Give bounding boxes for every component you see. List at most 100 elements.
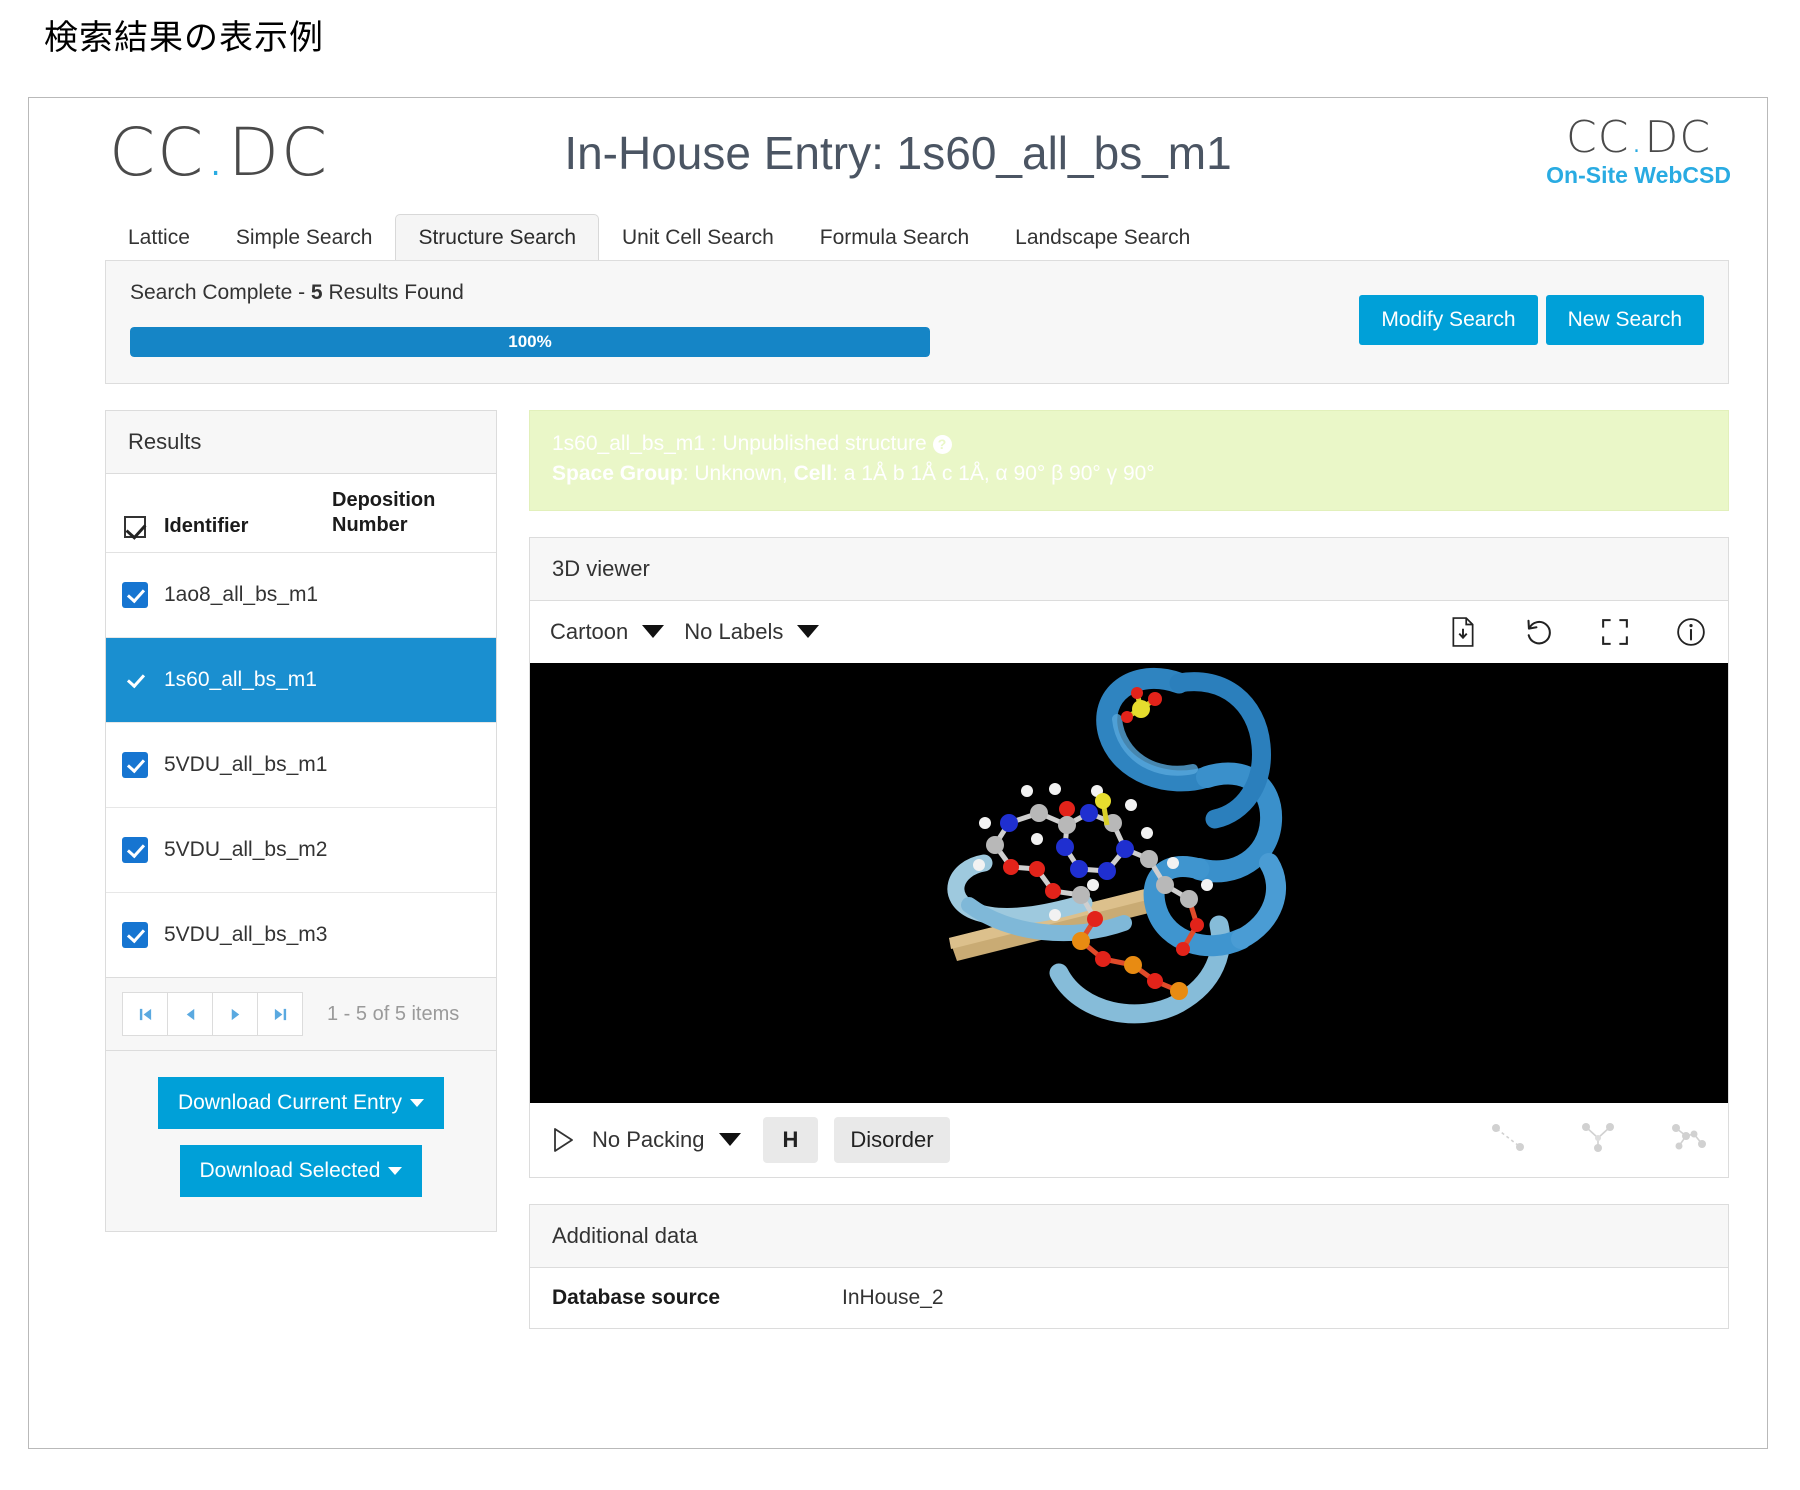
cell-label: Cell [793, 462, 833, 486]
help-circle-icon[interactable]: ? [932, 435, 952, 454]
last-page-icon[interactable] [257, 992, 303, 1036]
pager-buttons [122, 992, 303, 1036]
fullscreen-icon[interactable] [1598, 615, 1632, 649]
notice-line-cell: Space Group: Unknown, Cell: a 1Å b 1Å c … [552, 459, 1706, 489]
results-panel-title: Results [106, 411, 496, 474]
row-identifier: 1s60_all_bs_m1 [164, 667, 317, 691]
download-current-entry-button[interactable]: Download Current Entry [157, 1077, 445, 1129]
chevron-down-icon [410, 1099, 425, 1108]
application-window: CC.DC In-House Entry: 1s60_all_bs_m1 CC.… [28, 97, 1768, 1449]
measure-angle-icon[interactable] [1578, 1120, 1618, 1159]
table-row[interactable]: 1s60_all_bs_m1 [106, 638, 496, 723]
notice-line-entry: 1s60_all_bs_m1 : Unpublished structure ? [552, 429, 1706, 459]
measure-distance-icon[interactable] [1488, 1120, 1528, 1159]
modify-search-button[interactable]: Modify Search [1359, 295, 1538, 345]
packing-dropdown-label: No Packing [592, 1126, 705, 1152]
search-status-panel: Search Complete - 5 Results Found 100% M… [105, 260, 1729, 384]
select-all-checkbox[interactable] [124, 516, 146, 538]
chevron-down-icon [642, 625, 665, 639]
page-title: In-House Entry: 1s60_all_bs_m1 [564, 127, 1232, 179]
reset-view-icon[interactable] [1522, 615, 1556, 649]
row-checkbox-cell[interactable] [106, 752, 164, 778]
table-row[interactable]: 5VDU_all_bs_m1 [106, 723, 496, 808]
chevron-down-icon [388, 1167, 403, 1176]
style-dropdown-label: Cartoon [550, 618, 629, 644]
row-identifier: 5VDU_all_bs_m2 [164, 837, 328, 861]
notice-separator: : [704, 432, 723, 455]
chevron-down-icon [718, 1133, 741, 1147]
info-icon[interactable] [1674, 615, 1708, 649]
molecule-3d-canvas[interactable] [530, 662, 1728, 1103]
download-selected-button[interactable]: Download Selected [179, 1145, 423, 1197]
download-selected-label: Download Selected [199, 1159, 381, 1182]
viewer-panel-title: 3D viewer [530, 537, 1728, 601]
onsite-webcsd-label: On-Site WebCSD [1546, 162, 1731, 188]
search-tabs: Lattice Simple Search Structure Search U… [29, 208, 1767, 260]
row-checkbox[interactable] [122, 752, 148, 778]
hydrogen-toggle-button[interactable]: H [762, 1116, 819, 1163]
structure-notice-banner: 1s60_all_bs_m1 : Unpublished structure ?… [529, 410, 1729, 511]
tab-structure-search[interactable]: Structure Search [395, 214, 600, 260]
disorder-button[interactable]: Disorder [834, 1116, 950, 1163]
additional-data-card: Additional data Database source InHouse_… [529, 1203, 1729, 1329]
row-identifier: 5VDU_all_bs_m3 [164, 922, 328, 946]
row-checkbox-cell[interactable] [106, 667, 164, 693]
table-row[interactable]: 1ao8_all_bs_m1 [106, 553, 496, 638]
search-progress-fill: 100% [130, 327, 930, 357]
notice-entry-id: 1s60_all_bs_m1 [552, 432, 705, 455]
tab-formula-search[interactable]: Formula Search [797, 214, 992, 260]
tab-simple-search[interactable]: Simple Search [213, 214, 396, 260]
additional-data-title: Additional data [530, 1204, 1728, 1268]
select-all-cell[interactable] [106, 516, 164, 538]
results-pager: 1 - 5 of 5 items [106, 978, 496, 1051]
next-page-icon[interactable] [212, 992, 258, 1036]
search-status-suffix: Results Found [322, 281, 464, 304]
tab-lattice[interactable]: Lattice [105, 214, 213, 260]
search-progress-bar: 100% [130, 327, 930, 357]
molecule-render [559, 662, 1699, 1103]
onsite-webcsd-logo: CC.DC On-Site WebCSD [1546, 116, 1731, 187]
table-row[interactable]: 5VDU_all_bs_m2 [106, 808, 496, 893]
previous-page-icon[interactable] [167, 992, 213, 1036]
table-row[interactable]: 5VDU_all_bs_m3 [106, 893, 496, 977]
row-identifier: 1ao8_all_bs_m1 [164, 582, 319, 606]
download-buttons: Download Current Entry Download Selected [106, 1051, 496, 1231]
column-header-identifier: Identifier [164, 515, 249, 537]
ccdc-logo-mark: CC.DC [1566, 112, 1712, 163]
results-table: Identifier Deposition Number 1ao8_all_bs… [106, 474, 496, 978]
app-header: CC.DC In-House Entry: 1s60_all_bs_m1 CC.… [29, 98, 1767, 208]
tab-unit-cell-search[interactable]: Unit Cell Search [599, 214, 797, 260]
chevron-down-icon [797, 625, 820, 639]
results-panel: Results Identifier Deposition Number 1ao… [105, 410, 497, 1232]
viewer-toolbar: Cartoon No Labels [530, 600, 1728, 663]
cell-value: : a 1Å b 1Å c 1Å, α 90° β 90° γ 90° [832, 462, 1155, 486]
pager-info: 1 - 5 of 5 items [327, 1002, 460, 1025]
row-checkbox[interactable] [122, 667, 148, 693]
style-dropdown[interactable]: Cartoon [550, 618, 665, 645]
additional-data-key: Database source [552, 1285, 721, 1309]
screenshot-root: 検索結果の表示例 CC.DC In-House Entry: 1s60_all_… [0, 0, 1800, 1490]
row-checkbox[interactable] [122, 922, 148, 948]
new-search-button[interactable]: New Search [1545, 295, 1704, 345]
labels-dropdown[interactable]: No Labels [684, 619, 820, 645]
notice-status-text: Unpublished structure [722, 432, 927, 455]
row-checkbox-cell[interactable] [106, 837, 164, 863]
file-download-icon[interactable] [1446, 615, 1480, 649]
viewer-card: 3D viewer Cartoon No Labels No Packing H… [529, 536, 1729, 1178]
row-checkbox[interactable] [122, 837, 148, 863]
search-result-count: 5 [310, 281, 323, 304]
measure-torsion-icon[interactable] [1668, 1120, 1708, 1159]
viewer-footer-toolbar: No Packing H Disorder [530, 1102, 1728, 1177]
search-status-prefix: Search Complete - [130, 281, 311, 304]
space-group-label: Space Group [552, 462, 683, 486]
packing-dropdown[interactable]: No Packing [592, 1127, 741, 1153]
detail-column: 1s60_all_bs_m1 : Unpublished structure ?… [529, 410, 1729, 1357]
play-icon[interactable] [550, 1126, 576, 1154]
row-checkbox-cell[interactable] [106, 582, 164, 608]
search-action-buttons: Modify Search New Search [1359, 295, 1704, 345]
main-content: Results Identifier Deposition Number 1ao… [29, 384, 1767, 1357]
first-page-icon[interactable] [122, 992, 168, 1036]
tab-landscape-search[interactable]: Landscape Search [992, 214, 1213, 260]
row-checkbox[interactable] [122, 582, 148, 608]
row-checkbox-cell[interactable] [106, 922, 164, 948]
